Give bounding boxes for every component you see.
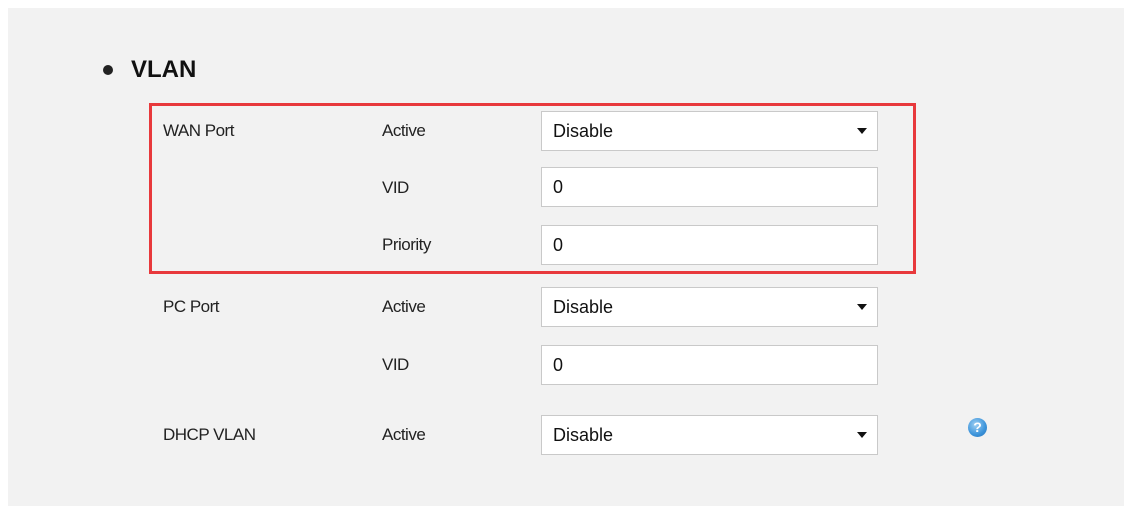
dropdown-caret-icon: [857, 432, 867, 438]
help-icon[interactable]: ?: [968, 418, 987, 437]
dhcp-active-select[interactable]: Disable: [541, 415, 878, 455]
dropdown-caret-icon: [857, 304, 867, 310]
dhcp-active-label: Active: [382, 425, 426, 444]
bullet-icon: [103, 65, 113, 75]
pc-active-select[interactable]: Disable: [541, 287, 878, 327]
pc-vid-label: VID: [382, 355, 409, 374]
pc-port-label: PC Port: [163, 297, 220, 316]
section-title: VLAN: [131, 56, 197, 83]
pc-vid-input[interactable]: 0: [541, 345, 878, 385]
pc-vid-value: 0: [553, 354, 564, 375]
dhcp-vlan-label: DHCP VLAN: [163, 425, 256, 444]
wan-port-highlight-box: [149, 103, 916, 274]
section-header: VLAN: [103, 55, 196, 85]
pc-active-label: Active: [382, 297, 426, 316]
pc-active-value: Disable: [553, 296, 614, 317]
dhcp-active-value: Disable: [553, 424, 614, 445]
